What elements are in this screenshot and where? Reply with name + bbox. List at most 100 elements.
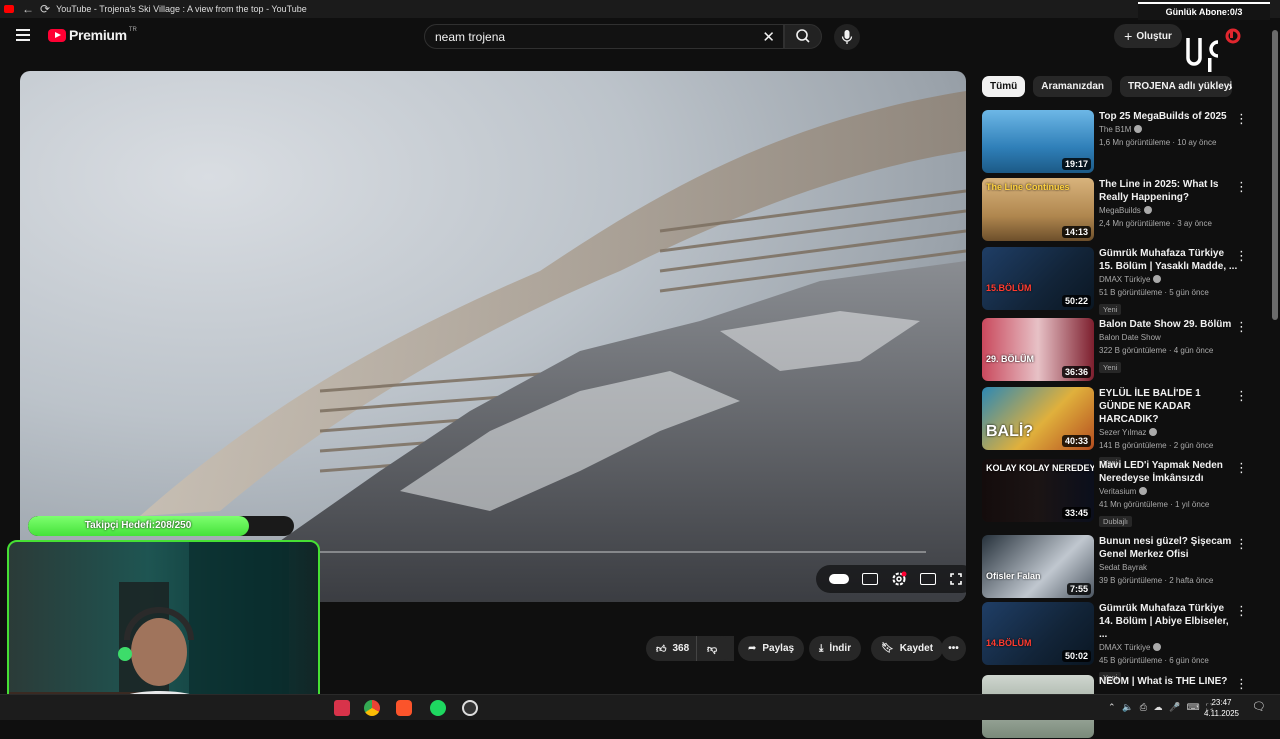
theater-mode-icon[interactable] bbox=[920, 573, 937, 585]
video-meta: Top 25 MegaBuilds of 2025 The B1M 1,6 Mn g… bbox=[1099, 110, 1239, 149]
channel-name[interactable]: Veritasium bbox=[1099, 486, 1239, 498]
taskbar-clock[interactable]: 23:47 4.11.2025 bbox=[1204, 697, 1239, 719]
reload-icon[interactable]: ⟳ bbox=[40, 2, 50, 16]
video-title[interactable]: Top 25 MegaBuilds of 2025 bbox=[1099, 110, 1239, 123]
webcam-overlay bbox=[7, 540, 320, 716]
chrome-icon[interactable] bbox=[364, 700, 380, 716]
bookmark-icon: 🔖︎ bbox=[881, 643, 894, 654]
save-wrap: 🔖︎ Kaydet bbox=[871, 636, 944, 661]
download-wrap: ⤓ İndir bbox=[809, 636, 862, 661]
video-title[interactable]: Balon Date Show 29. Bölüm bbox=[1099, 318, 1239, 331]
region-code: TR bbox=[128, 27, 137, 33]
settings-gear-icon[interactable] bbox=[891, 571, 907, 587]
video-thumbnail[interactable]: 29. BÖLÜM 36:36 bbox=[982, 318, 1094, 381]
chip-all[interactable]: Tümü bbox=[982, 76, 1026, 97]
video-title[interactable]: EYLÜL İLE BALİ'DE 1 GÜNDE NE KADAR HARCA… bbox=[1099, 387, 1239, 426]
share-wrap: ➦ Paylaş bbox=[738, 636, 805, 661]
more-options-icon[interactable]: ⋮ bbox=[1235, 320, 1248, 333]
video-stats: 41 Mn görüntüleme · 1 yıl önce bbox=[1099, 500, 1210, 509]
channel-name[interactable]: Sedat Bayrak bbox=[1099, 562, 1239, 574]
more-options-icon[interactable]: ⋮ bbox=[1235, 389, 1248, 402]
chip-from-search[interactable]: Aramanızdan bbox=[1033, 76, 1113, 97]
more-options-icon[interactable]: ⋮ bbox=[1235, 461, 1248, 474]
recommendation-item[interactable]: The Line Continues 14:13 The Line in 2025:… bbox=[982, 178, 1262, 242]
more-options-icon[interactable]: ⋮ bbox=[1235, 604, 1248, 617]
chevron-right-icon[interactable]: › bbox=[1228, 78, 1233, 94]
more-horizontal-icon: ••• bbox=[948, 643, 959, 654]
obs-studio-icon[interactable] bbox=[462, 700, 478, 716]
page-scrollbar[interactable] bbox=[1272, 30, 1278, 320]
follower-goal-bar: Takipçi Hedefi:208/250 bbox=[28, 516, 294, 536]
video-title[interactable]: Bunun nesi güzel? Şişecam Genel Merkez O… bbox=[1099, 535, 1239, 561]
chip-uploader[interactable]: TROJENA adlı yükleyicid bbox=[1120, 76, 1233, 97]
video-thumbnail[interactable]: 15.BÖLÜM 50:22 bbox=[982, 247, 1094, 310]
video-meta: The Line in 2025: What Is Really Happeni… bbox=[1099, 178, 1239, 230]
thumbnail-text: 15.BÖLÜM bbox=[986, 283, 1032, 293]
more-options-icon[interactable]: ⋮ bbox=[1235, 112, 1248, 125]
more-actions-button[interactable]: ••• bbox=[941, 636, 966, 661]
channel-name[interactable]: Balon Date Show bbox=[1099, 332, 1239, 344]
channel-name[interactable]: DMAX Türkiye bbox=[1099, 274, 1239, 286]
brave-browser-icon[interactable] bbox=[396, 700, 412, 716]
dislike-button[interactable]: 👎︎ bbox=[696, 636, 732, 661]
fullscreen-icon[interactable] bbox=[949, 572, 963, 586]
video-stats: 39 B görüntüleme · 2 hafta önce bbox=[1099, 576, 1214, 585]
masthead: Premium TR neam trojena ✕ + Oluştur bbox=[0, 18, 1280, 54]
search-button[interactable] bbox=[784, 24, 822, 49]
system-tray-icons[interactable]: ⌃ 🔈 ⎙ ☁ 🎤 ⌨ ⛶ bbox=[1108, 702, 1214, 713]
share-arrow-icon: ➦ bbox=[748, 643, 757, 654]
channel-name[interactable]: DMAX Türkiye bbox=[1099, 642, 1239, 654]
voice-search-button[interactable] bbox=[834, 24, 860, 50]
video-title[interactable]: Gümrük Muhafaza Türkiye 15. Bölüm | Yasa… bbox=[1099, 247, 1239, 273]
channel-name[interactable]: The B1M bbox=[1099, 124, 1239, 136]
video-title[interactable]: The Line in 2025: What Is Really Happeni… bbox=[1099, 178, 1239, 204]
video-thumbnail[interactable]: The Line Continues 14:13 bbox=[982, 178, 1094, 241]
share-button[interactable]: ➦ Paylaş bbox=[738, 636, 805, 661]
youtube-play-icon bbox=[48, 28, 66, 42]
recording-app-icon[interactable] bbox=[334, 700, 350, 716]
create-button[interactable]: + Oluştur bbox=[1114, 24, 1182, 48]
clear-search-icon[interactable]: ✕ bbox=[762, 28, 775, 46]
download-button[interactable]: ⤓ İndir bbox=[809, 636, 862, 661]
more-options-icon[interactable]: ⋮ bbox=[1235, 249, 1248, 262]
channel-name[interactable]: Sezer Yılmaz bbox=[1099, 427, 1239, 439]
thumbnail-text: KOLAY KOLAY NEREDEYSE İMKANSIZ bbox=[986, 463, 1094, 473]
back-arrow-icon[interactable]: ← bbox=[22, 2, 34, 16]
autoplay-toggle[interactable] bbox=[828, 574, 849, 584]
recommendation-item[interactable]: 14.BÖLÜM 50:02 Gümrük Muhafaza Türkiye 14.… bbox=[982, 602, 1262, 683]
video-meta: Gümrük Muhafaza Türkiye 15. Bölüm | Yasa… bbox=[1099, 247, 1239, 317]
recommendation-item[interactable]: Ofisler Falan 7:55 Bunun nesi güzel? Şişec… bbox=[982, 535, 1262, 599]
more-options-icon[interactable]: ⋮ bbox=[1235, 180, 1248, 193]
recommendation-item[interactable]: 29. BÖLÜM 36:36 Balon Date Show 29. Bölüm B… bbox=[982, 318, 1262, 382]
video-thumbnail[interactable]: BALİ? 40:33 bbox=[982, 387, 1094, 450]
hamburger-menu-icon[interactable] bbox=[16, 29, 30, 41]
recommendation-item[interactable]: BALİ? 40:33 EYLÜL İLE BALİ'DE 1 GÜNDE NE K… bbox=[982, 387, 1262, 468]
video-thumbnail[interactable]: 19:17 bbox=[982, 110, 1094, 173]
channel-name[interactable]: MegaBuilds bbox=[1099, 205, 1239, 217]
recommendation-item[interactable]: KOLAY KOLAY NEREDEYSE İMKANSIZ 33:45 Mavi … bbox=[982, 459, 1262, 527]
video-thumbnail[interactable]: 14.BÖLÜM 50:02 bbox=[982, 602, 1094, 665]
recommendation-item[interactable]: 19:17 Top 25 MegaBuilds of 2025 The B1M 1,6… bbox=[982, 110, 1262, 174]
video-stats: 141 B görüntüleme · 2 gün önce bbox=[1099, 441, 1214, 450]
video-thumbnail[interactable]: Ofisler Falan 7:55 bbox=[982, 535, 1094, 598]
microphone-icon bbox=[841, 30, 853, 44]
video-meta: NEOM | What is THE LINE? bbox=[1099, 675, 1239, 688]
thumbnail-text: The Line Continues bbox=[986, 182, 1070, 192]
window-title: YouTube - Trojena's Ski Village : A view… bbox=[56, 4, 307, 14]
spotify-icon[interactable] bbox=[430, 700, 446, 716]
notification-icon[interactable]: 🗨︎ bbox=[1252, 700, 1266, 713]
youtube-premium-logo[interactable]: Premium TR bbox=[48, 27, 137, 43]
video-title[interactable]: Mavi LED'i Yapmak Neden Neredeyse İmkâns… bbox=[1099, 459, 1239, 485]
search-input[interactable]: neam trojena ✕ bbox=[424, 24, 784, 49]
more-options-icon[interactable]: ⋮ bbox=[1235, 677, 1248, 690]
video-title[interactable]: NEOM | What is THE LINE? bbox=[1099, 675, 1239, 688]
video-title[interactable]: Gümrük Muhafaza Türkiye 14. Bölüm | Abiy… bbox=[1099, 602, 1239, 641]
more-options-icon[interactable]: ⋮ bbox=[1235, 537, 1248, 550]
save-button[interactable]: 🔖︎ Kaydet bbox=[871, 636, 944, 661]
window-titlebar: ← ⟳ YouTube - Trojena's Ski Village : A … bbox=[0, 0, 1280, 18]
recommendation-item[interactable]: 15.BÖLÜM 50:22 Gümrük Muhafaza Türkiye 15.… bbox=[982, 247, 1262, 315]
video-thumbnail[interactable]: KOLAY KOLAY NEREDEYSE İMKANSIZ 33:45 bbox=[982, 459, 1094, 522]
thumbnail-text: BALİ? bbox=[986, 423, 1034, 440]
subtitles-icon[interactable] bbox=[861, 573, 878, 585]
clock-time: 23:47 bbox=[1211, 698, 1232, 707]
